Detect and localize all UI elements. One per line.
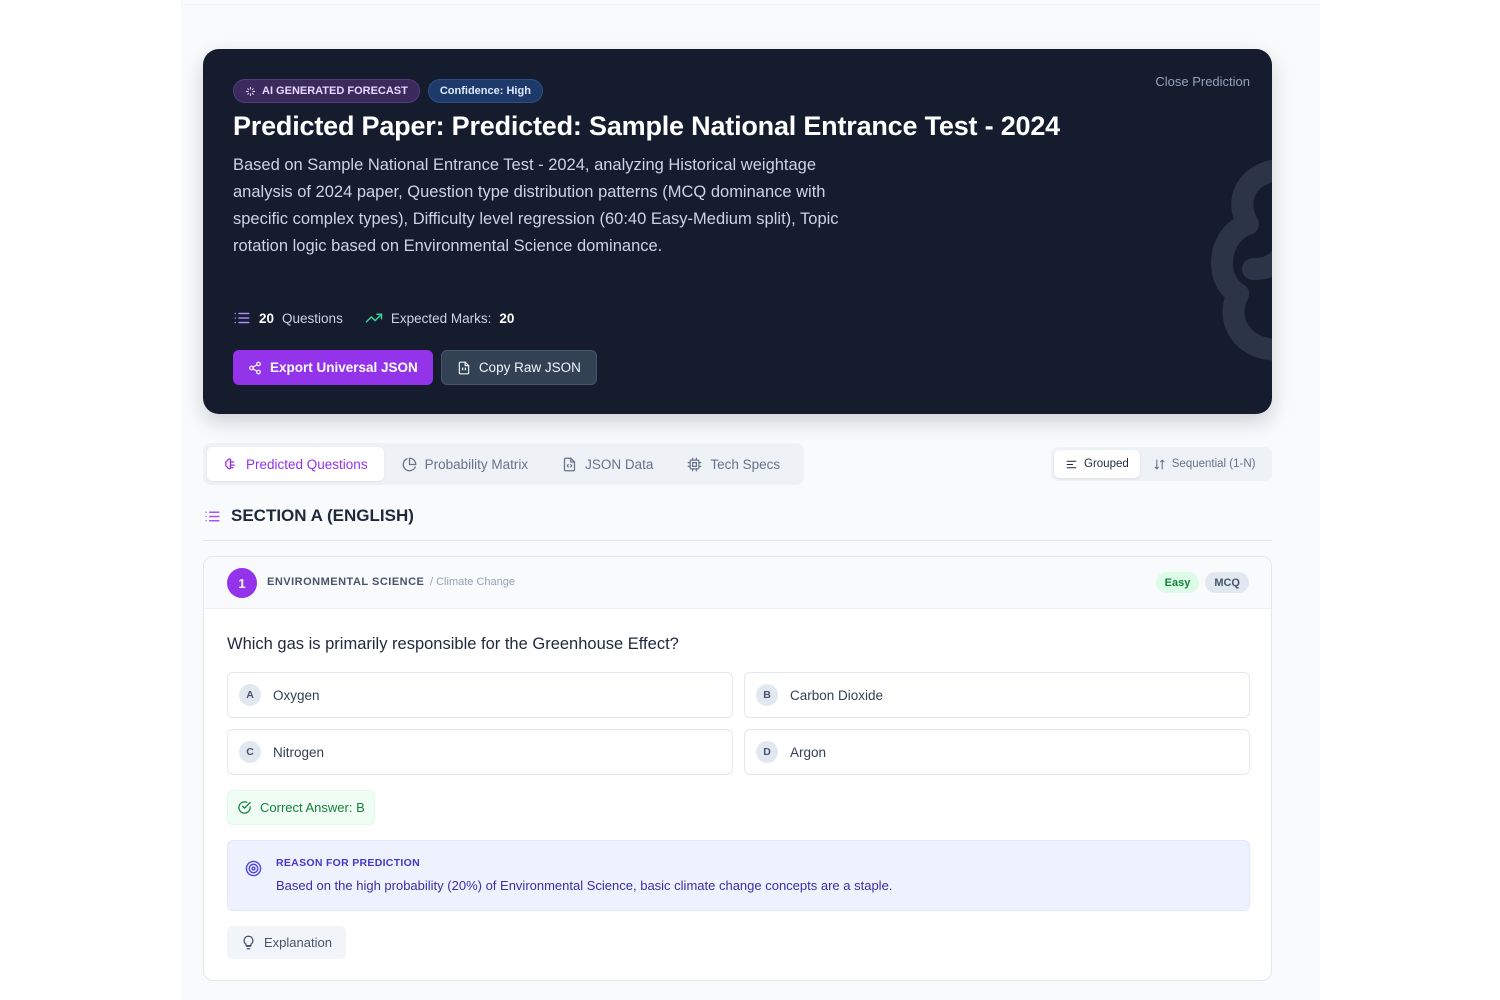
section-title: SECTION A (ENGLISH)	[231, 506, 414, 525]
explanation-label: Explanation	[264, 935, 332, 950]
questions-label: Questions	[282, 310, 343, 326]
cpu-icon	[688, 457, 702, 471]
sparkles-icon	[245, 86, 256, 96]
paper-stats: 20 Questions Expected Marks: 20	[233, 309, 514, 327]
tab-label: Tech Specs	[710, 456, 781, 472]
ai-forecast-badge: AI GENERATED FORECAST	[233, 79, 420, 103]
question-number: 1	[227, 568, 257, 598]
close-prediction-link[interactable]: Close Prediction	[1155, 74, 1250, 89]
export-json-label: Export Universal JSON	[270, 360, 418, 375]
type-badge: MCQ	[1205, 572, 1249, 593]
sort-icon	[1154, 459, 1165, 469]
tab-tech-specs[interactable]: Tech Specs	[671, 447, 796, 481]
question-subject: ENVIRONMENTAL SCIENCE	[267, 576, 425, 588]
marks-value: 20	[499, 310, 515, 326]
tab-json-data[interactable]: JSON Data	[546, 447, 669, 481]
explanation-button[interactable]: Explanation	[227, 926, 346, 959]
grouped-view-button[interactable]: Grouped	[1054, 450, 1140, 478]
option-text: Oxygen	[273, 687, 320, 703]
export-json-button[interactable]: Export Universal JSON	[233, 350, 433, 385]
reason-title: REASON FOR PREDICTION	[276, 857, 420, 869]
option-a[interactable]: A Oxygen	[227, 672, 733, 718]
copy-json-label: Copy Raw JSON	[478, 360, 581, 375]
grouped-label: Grouped	[1084, 458, 1129, 470]
main-tabs: Predicted Questions Probability Matrix J…	[203, 443, 804, 485]
align-left-icon	[1066, 460, 1077, 468]
prediction-reason-box: REASON FOR PREDICTION Based on the high …	[227, 840, 1250, 911]
view-mode-toggle: Grouped Sequential (1-N)	[1051, 447, 1272, 481]
option-letter: B	[756, 684, 778, 706]
top-divider	[181, 4, 1320, 5]
option-letter: A	[239, 684, 261, 706]
sequential-label: Sequential (1-N)	[1171, 458, 1256, 470]
option-text: Argon	[790, 744, 827, 760]
tab-label: Probability Matrix	[424, 456, 529, 472]
option-letter: C	[239, 741, 261, 763]
file-code-icon	[563, 457, 576, 471]
target-icon	[245, 860, 262, 877]
file-json-icon	[458, 361, 470, 374]
option-d[interactable]: D Argon	[744, 729, 1250, 775]
pie-chart-icon	[402, 457, 416, 471]
paper-title: Predicted Paper: Predicted: Sample Natio…	[233, 111, 1060, 141]
marks-label: Expected Marks:	[390, 310, 492, 326]
share-icon	[249, 361, 261, 374]
option-c[interactable]: C Nitrogen	[227, 729, 733, 775]
brain-circuit-watermark-icon	[1211, 159, 1272, 361]
trending-up-icon	[365, 313, 383, 323]
sequential-view-button[interactable]: Sequential (1-N)	[1142, 450, 1267, 478]
question-text: Which gas is primarily responsible for t…	[227, 635, 679, 653]
check-circle-icon	[238, 801, 251, 814]
tab-predicted-questions[interactable]: Predicted Questions	[207, 447, 384, 481]
marks-stat: Expected Marks: 20	[365, 309, 515, 327]
question-header: 1 ENVIRONMENTAL SCIENCE / Climate Change…	[204, 557, 1271, 609]
copy-json-button[interactable]: Copy Raw JSON	[440, 350, 597, 385]
paper-description: Based on Sample National Entrance Test -…	[233, 156, 839, 255]
brain-icon	[225, 457, 235, 469]
list-icon	[234, 312, 250, 324]
correct-answer-badge: Correct Answer: B	[227, 790, 375, 825]
option-b[interactable]: B Carbon Dioxide	[744, 672, 1250, 718]
lightbulb-icon	[243, 935, 254, 950]
options-grid: A Oxygen B Carbon Dioxide C Nitrogen D A…	[227, 672, 1250, 775]
option-text: Carbon Dioxide	[790, 687, 884, 703]
hero-badges: AI GENERATED FORECAST Confidence: High	[233, 79, 543, 103]
option-text: Nitrogen	[273, 744, 325, 760]
hero-actions: Export Universal JSON Copy Raw JSON	[233, 350, 597, 385]
question-topic: / Climate Change	[430, 576, 515, 588]
questions-stat: 20 Questions	[233, 309, 343, 327]
section-header: SECTION A (ENGLISH)	[204, 506, 414, 526]
section-divider	[203, 540, 1272, 541]
question-card: 1 ENVIRONMENTAL SCIENCE / Climate Change…	[203, 556, 1272, 981]
tab-probability-matrix[interactable]: Probability Matrix	[386, 447, 545, 481]
ai-forecast-label: AI GENERATED FORECAST	[262, 85, 408, 97]
list-icon	[205, 511, 220, 521]
reason-text: Based on the high probability (20%) of E…	[276, 878, 893, 893]
prediction-hero-card: AI GENERATED FORECAST Confidence: High C…	[203, 49, 1272, 414]
option-letter: D	[756, 741, 778, 763]
tab-label: JSON Data	[585, 456, 654, 472]
question-tags: Easy MCQ	[1155, 572, 1249, 593]
confidence-badge: Confidence: High	[427, 79, 543, 103]
tab-label: Predicted Questions	[246, 456, 368, 472]
questions-count: 20	[259, 310, 275, 326]
correct-answer-label: Correct Answer: B	[260, 800, 365, 815]
difficulty-badge: Easy	[1155, 572, 1200, 593]
